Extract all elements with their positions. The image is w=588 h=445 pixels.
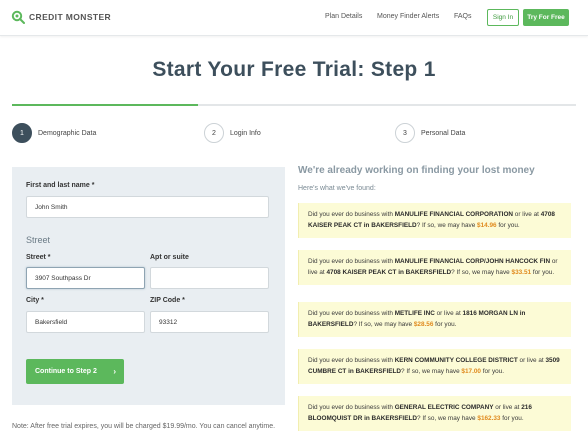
step-1: 1 Demographic Data [12,123,96,143]
try-for-free-button[interactable]: Try For Free [523,9,569,26]
progress-bar [12,104,576,106]
step-2: 2 Login Info [204,123,261,143]
finding-company: KERN COMMUNITY COLLEGE DISTRICT [394,357,518,364]
finding-company: METLIFE INC [394,310,435,317]
results-heading: We're already working on finding your lo… [298,165,535,176]
name-label: First and last name * [26,182,95,189]
continue-button-label: Continue to Step 2 [35,368,97,375]
step-3: 3 Personal Data [395,123,465,143]
finding-company: GENERAL ELECTRIC COMPANY [394,404,494,411]
finding-amount: $17.00 [461,367,481,375]
finding-text: Did you ever do business with [308,310,395,317]
magnifier-logo-icon [11,10,25,24]
finding-text: or live at [493,404,522,411]
step-2-label: Login Info [230,129,261,137]
name-input[interactable]: John Smith [26,196,269,218]
finding-company: MANULIFE FINANCIAL CORP/JOHN HANCOCK FIN [394,258,551,265]
finding-text: or live at [513,211,541,218]
step-3-number: 3 [395,123,415,143]
finding-text: ? If so, we may have [401,367,462,375]
finding-text: Did you ever do business with [308,258,395,265]
finding-text: or live at [517,357,546,364]
logo-text: CREDIT MONSTER [29,12,112,22]
zip-input[interactable]: 93312 [150,311,269,333]
progress-bar-fill [12,104,199,106]
street-section-heading: Street [26,235,51,245]
finding-text: for you. [480,367,505,375]
nav-plan-details[interactable]: Plan Details [325,13,362,20]
finding-text: ? If so, we may have [417,414,478,422]
city-input[interactable]: Bakersfield [26,311,145,333]
step-1-label: Demographic Data [38,129,97,137]
finding-text: for you. [433,320,457,328]
zip-label: ZIP Code * [150,297,185,304]
finding-item: Did you ever do business with KERN COMMU… [298,349,571,384]
step-3-label: Personal Data [421,129,466,137]
logo[interactable]: CREDIT MONSTER [11,10,111,24]
finding-item: Did you ever do business with MANULIFE F… [298,203,571,238]
step-2-number: 2 [204,123,224,143]
finding-text: for you. [496,221,520,229]
continue-button[interactable]: Continue to Step 2 › [26,359,124,384]
street-label: Street * [26,254,51,261]
finding-text: Did you ever do business with [308,211,395,218]
nav-money-finder-alerts[interactable]: Money Finder Alerts [377,13,439,20]
finding-amount: $14.96 [477,221,497,229]
finding-text: ? If so, we may have [451,268,512,276]
sign-in-button[interactable]: Sign In [487,9,519,26]
chevron-right-icon: › [113,367,116,376]
nav-faqs[interactable]: FAQs [454,13,472,20]
finding-text: ? If so, we may have [416,221,478,229]
finding-text: Did you ever do business with [308,404,395,411]
finding-text: ? If so, we may have [353,320,414,328]
trial-note: Note: After free trial expires, you will… [12,423,276,430]
step-1-number: 1 [12,123,32,143]
finding-company: MANULIFE FINANCIAL CORPORATION [394,211,514,218]
finding-text: or live at [434,310,463,317]
finding-item: Did you ever do business with MANULIFE F… [298,250,571,285]
results-subheading: Here's what we've found: [298,185,376,192]
apt-label: Apt or suite [150,254,189,261]
top-navbar: CREDIT MONSTER Plan Details Money Finder… [0,0,588,36]
finding-amount: $28.56 [413,320,434,328]
finding-text: for you. [500,414,524,422]
page-title: Start Your Free Trial: Step 1 [152,58,436,81]
street-input[interactable]: 3907 Southpass Dr [26,267,145,289]
city-label: City * [26,297,44,304]
finding-amount: $33.51 [511,268,532,276]
finding-text: Did you ever do business with [308,357,395,364]
finding-amount: $162.33 [477,414,501,422]
finding-item: Did you ever do business with GENERAL EL… [298,396,571,431]
apt-input[interactable] [150,267,269,289]
finding-text: for you. [531,268,555,276]
finding-address: 4708 KAISER PEAK CT in BAKERSFIELD [326,268,452,276]
finding-item: Did you ever do business with METLIFE IN… [298,302,571,337]
